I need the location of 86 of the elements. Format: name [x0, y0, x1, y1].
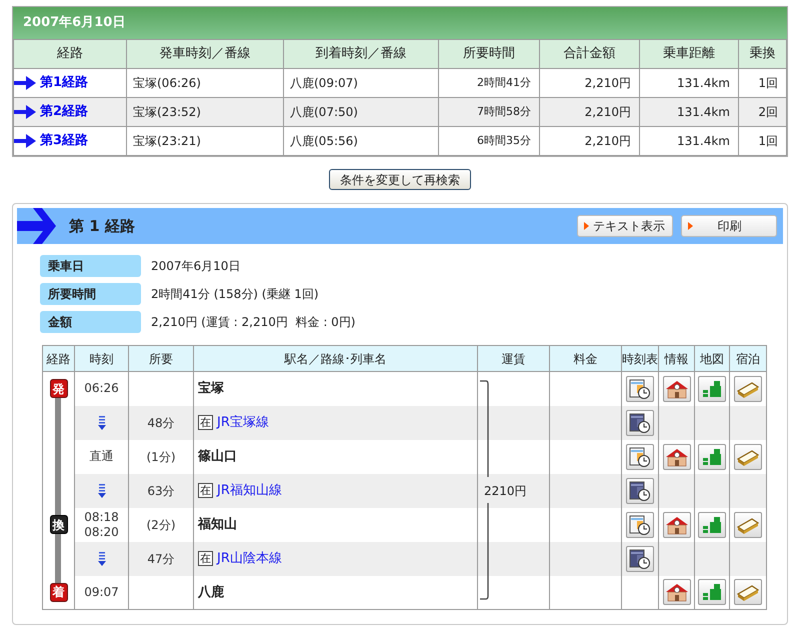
- station-info-button[interactable]: [662, 579, 690, 606]
- line-link[interactable]: JR福知山線: [217, 480, 282, 500]
- text-view-button[interactable]: テキスト表示: [577, 215, 673, 237]
- time-text: 直通: [90, 449, 114, 464]
- lodging-button[interactable]: [734, 376, 762, 402]
- table-cell: 6時間35分: [438, 126, 540, 156]
- station-building-icon: [664, 446, 688, 466]
- duration-text: 47分: [147, 552, 175, 566]
- station-name: 八鹿: [198, 584, 224, 600]
- lodging-button[interactable]: [734, 444, 762, 470]
- research-button[interactable]: 条件を変更して再検索: [329, 169, 471, 190]
- map-button[interactable]: [698, 579, 726, 606]
- route-title: 第 1 経路: [69, 216, 135, 237]
- map-button[interactable]: [698, 512, 726, 538]
- station-name: 宝塚: [198, 381, 224, 396]
- column-header: 経路: [14, 40, 126, 68]
- timetable-icon: [629, 412, 651, 432]
- table-cell: 2,210円: [540, 126, 640, 156]
- arrow-icon: [14, 75, 36, 91]
- map-button[interactable]: [698, 376, 726, 402]
- lodging-button[interactable]: [734, 512, 762, 538]
- duration-text: 48分: [147, 416, 175, 430]
- info-value: 2007年6月10日: [151, 258, 240, 275]
- info-label: 乗車日: [40, 255, 141, 277]
- down-arrow-icon: [98, 416, 106, 430]
- train-type-badge: 在: [198, 483, 213, 498]
- down-arrow-icon: [98, 484, 106, 498]
- station-building-icon: [664, 514, 688, 534]
- table-cell: 1回: [738, 126, 786, 156]
- time-text: 06:26: [84, 381, 119, 396]
- timetable-icon: [629, 548, 651, 568]
- down-arrow-icon: [98, 552, 106, 566]
- timetable-button[interactable]: [626, 444, 654, 470]
- column-header: 駅名／路線･列車名: [194, 346, 478, 372]
- column-header: 発車時刻／番線: [126, 40, 284, 68]
- info-value: 2,210円 (運賃 : 2,210円 料金 : 0円): [151, 314, 356, 331]
- station-building-icon: [664, 378, 688, 399]
- route-marker: 換: [50, 515, 68, 534]
- map-button[interactable]: [698, 444, 726, 470]
- timetable-icon: [629, 378, 651, 399]
- timetable-icon: [629, 446, 651, 466]
- timetable-button[interactable]: [626, 546, 654, 572]
- map-icon: [700, 446, 724, 466]
- timetable-button[interactable]: [626, 478, 654, 504]
- column-header: 経路: [42, 346, 74, 372]
- timetable-icon: [629, 480, 651, 500]
- column-header: 到着時刻／番線: [284, 40, 438, 68]
- timetable-icon: [629, 514, 651, 534]
- print-button[interactable]: 印刷: [681, 215, 777, 237]
- info-label: 金額: [40, 311, 141, 333]
- table-cell: 宝塚(23:21): [126, 126, 284, 156]
- train-type-badge: 在: [198, 415, 213, 430]
- duration-text: (2分): [146, 518, 176, 532]
- time-text: 09:07: [84, 584, 119, 600]
- map-icon: [700, 582, 724, 602]
- train-type-badge: 在: [198, 551, 213, 566]
- triangle-icon: [584, 222, 589, 230]
- station-info-button[interactable]: [662, 512, 690, 538]
- station-info-button[interactable]: [662, 376, 690, 402]
- station-info-button[interactable]: [662, 444, 690, 470]
- timetable-button[interactable]: [626, 410, 654, 436]
- info-label: 所要時間: [40, 283, 141, 305]
- date-header: 2007年6月10日: [13, 7, 787, 39]
- map-icon: [700, 514, 724, 534]
- timetable-button[interactable]: [626, 512, 654, 538]
- info-value: 2時間41分 (158分) (乗継 1回): [151, 286, 319, 303]
- timetable-button[interactable]: [626, 376, 654, 402]
- triangle-icon: [688, 222, 693, 230]
- arrow-icon: [14, 104, 36, 120]
- time-text: 08:20: [84, 524, 119, 540]
- station-name: 篠山口: [198, 448, 237, 464]
- table-cell: 八鹿(05:56): [284, 126, 438, 156]
- line-link[interactable]: JR宝塚線: [217, 412, 269, 432]
- line-link[interactable]: JR山陰本線: [217, 548, 282, 568]
- station-building-icon: [664, 582, 688, 602]
- duration-text: 63分: [147, 484, 175, 498]
- route-marker: 着: [50, 582, 68, 602]
- map-icon: [700, 378, 724, 399]
- station-name: 福知山: [198, 516, 237, 532]
- fare-text: 2210円: [484, 484, 527, 498]
- arrow-icon: [14, 133, 36, 149]
- table-cell: 131.4km: [640, 126, 738, 156]
- route-marker: 発: [50, 379, 68, 398]
- lodging-button[interactable]: [734, 579, 762, 606]
- time-text: 08:18: [84, 510, 119, 524]
- duration-text: (1分): [146, 450, 176, 464]
